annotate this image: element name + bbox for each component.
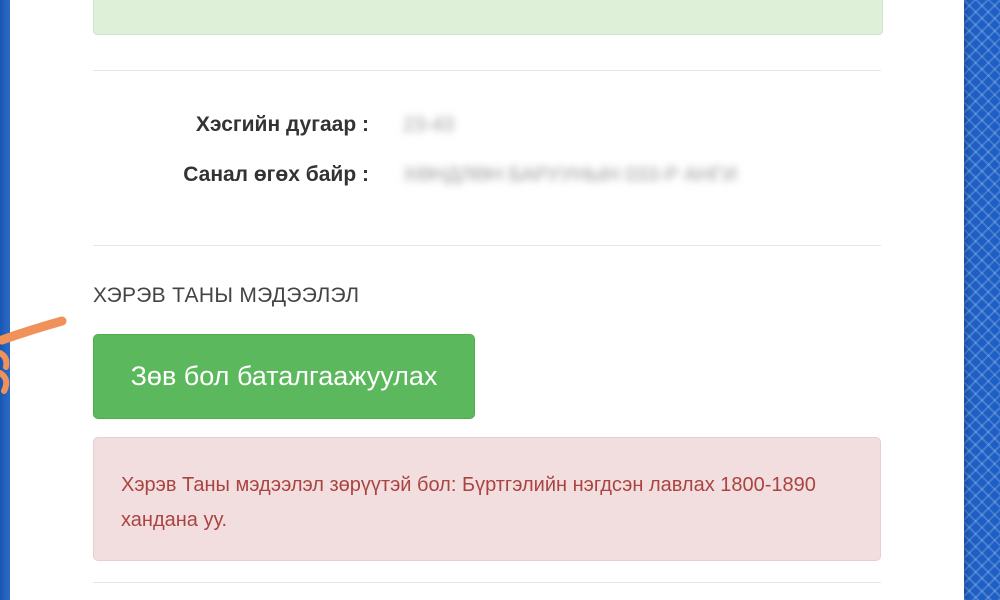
right-pattern-border [964,0,1000,600]
alert-text: Хэрэв Таны мэдээлэл зөрүүтэй бол: Бүртгэ… [121,474,816,531]
info-row-precinct-number: Хэсгийн дугаар : 23-43 [93,110,881,140]
section-heading: ХЭРЭВ ТАНЫ МЭДЭЭЛЭЛ [93,284,360,307]
polling-station-label: Санал өгөх байр : [183,163,369,186]
hand-pointer-icon [0,316,67,394]
alert-box: Хэрэв Таны мэдээлэл зөрүүтэй бол: Бүртгэ… [93,437,881,561]
divider-bottom [93,582,881,583]
precinct-number-label: Хэсгийн дугаар : [195,113,369,136]
confirm-button[interactable]: Зөв бол баталгаажуулах [93,334,475,419]
divider-middle [93,245,881,246]
info-row-polling-station: Санал өгөх байр : ХӨНДЛӨН БАРУУНЫН 033-Р… [93,160,881,190]
page-panel: Хэсгийн дугаар : 23-43 Санал өгөх байр :… [10,0,964,600]
polling-station-value: ХӨНДЛӨН БАРУУНЫН 033-Р АНГИ [403,164,737,186]
success-message-box [93,0,883,35]
left-background-strip [0,0,10,600]
divider-top [93,70,881,71]
precinct-number-value: 23-43 [403,114,455,136]
